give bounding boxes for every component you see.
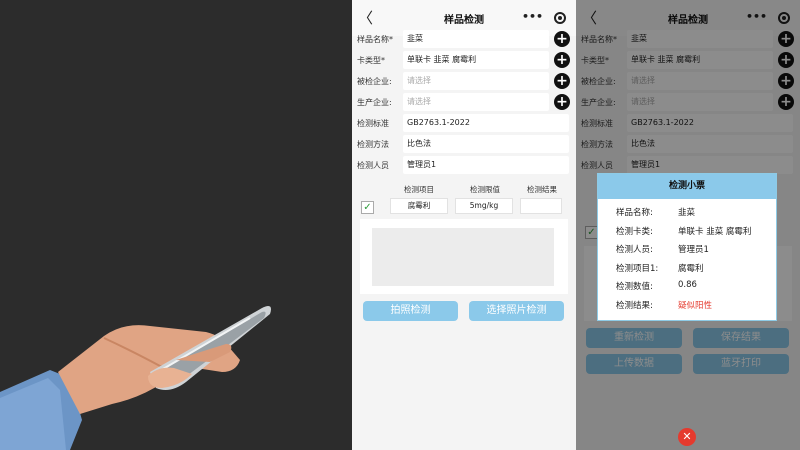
sample-detection-form-screen: 〈 样品检测 ••• 样品名称* 韭菜 + 卡类型* 单联卡 韭菜 腐霉利 + 被检企业: 请… — [352, 0, 576, 450]
target-icon[interactable] — [554, 12, 566, 24]
form-row: 被检企业: 请选择 + — [352, 71, 576, 92]
ticket-value: 单联卡 韭菜 腐霉利 — [678, 226, 752, 237]
ticket-value: 韭菜 — [678, 208, 696, 218]
field-label: 检测标准 — [357, 119, 389, 128]
ticket-row: 检测人员: 管理员1 — [616, 243, 766, 257]
plus-icon[interactable]: + — [554, 31, 570, 47]
ticket-row: 样品名称: 韭菜 — [616, 206, 766, 220]
photo-preview-area — [360, 219, 568, 294]
ticket-key: 检测结果: — [616, 300, 653, 311]
field-value[interactable]: 韭菜 — [403, 30, 549, 48]
photo-preview-placeholder[interactable] — [372, 228, 554, 286]
form-row: 检测人员 管理员1 — [352, 155, 576, 176]
ticket-value: 疑似阳性 — [678, 300, 713, 311]
ticket-value: 管理员1 — [678, 245, 709, 255]
cell-test-limit: 5mg/kg — [455, 198, 513, 214]
ticket-key: 样品名称: — [616, 208, 653, 218]
hand-holding-phone-photo — [0, 0, 352, 450]
cell-test-result — [520, 198, 562, 214]
field-value[interactable]: 单联卡 韭菜 腐霉利 — [403, 51, 549, 69]
choose-photo-detect-button[interactable]: 选择照片检测 — [469, 301, 564, 321]
ticket-row: 检测结果: 疑似阳性 — [616, 299, 766, 313]
ticket-row: 检测项目1: 腐霉利 — [616, 262, 766, 276]
miniprogram-capsule: ••• — [518, 9, 570, 27]
result-table-header: 检测项目 检测限值 检测结果 — [352, 184, 576, 196]
ticket-value: 腐霉利 — [678, 263, 704, 274]
form-row: 卡类型* 单联卡 韭菜 腐霉利 + — [352, 50, 576, 71]
field-value[interactable]: 比色法 — [403, 135, 569, 153]
field-value[interactable]: 管理员1 — [403, 156, 569, 174]
modal-title: 检测小票 — [598, 174, 776, 199]
form-row: 检测标准 GB2763.1-2022 — [352, 113, 576, 134]
field-label: 被检企业: — [357, 77, 392, 86]
check-icon[interactable]: ✓ — [361, 201, 374, 214]
detection-ticket-modal: 检测小票 样品名称: 韭菜检测卡类: 单联卡 韭菜 腐霉利检测人员: 管理员1 检测项目… — [597, 173, 777, 321]
header-test-item: 检测项目 — [404, 185, 434, 194]
ticket-key: 检测数值: — [616, 282, 653, 292]
ticket-key: 检测项目1: — [616, 263, 659, 274]
cell-test-item: 腐霉利 — [390, 198, 448, 214]
field-value[interactable]: GB2763.1-2022 — [403, 114, 569, 132]
ticket-key: 检测卡类: — [616, 226, 653, 237]
plus-icon[interactable]: + — [554, 94, 570, 110]
field-value[interactable]: 请选择 — [403, 72, 549, 90]
detection-ticket-screen: 〈 样品检测 ••• 样品名称* 韭菜 + 卡类型* 单联卡 韭菜 腐霉利 + 被检企业: 请… — [576, 0, 800, 450]
field-label: 样品名称* — [357, 35, 393, 44]
field-label: 卡类型* — [357, 56, 385, 65]
field-label: 检测人员 — [357, 161, 389, 170]
ticket-row: 检测卡类: 单联卡 韭菜 腐霉利 — [616, 225, 766, 239]
header-test-limit: 检测限值 — [470, 185, 500, 194]
photo-detect-button[interactable]: 拍照检测 — [363, 301, 458, 321]
plus-icon[interactable]: + — [554, 52, 570, 68]
form-row: 检测方法 比色法 — [352, 134, 576, 155]
form-row: 生产企业: 请选择 + — [352, 92, 576, 113]
ticket-key: 检测人员: — [616, 245, 653, 255]
field-label: 检测方法 — [357, 140, 389, 149]
hand-phone-illustration — [0, 0, 352, 450]
field-value[interactable]: 请选择 — [403, 93, 549, 111]
more-icon[interactable]: ••• — [522, 9, 543, 27]
close-icon[interactable]: ✕ — [678, 428, 696, 446]
plus-icon[interactable]: + — [554, 73, 570, 89]
ticket-row: 检测数值: 0.86 — [616, 280, 766, 294]
header-test-result: 检测结果 — [527, 185, 557, 194]
ticket-value: 0.86 — [678, 280, 697, 290]
form-row: 样品名称* 韭菜 + — [352, 29, 576, 50]
field-label: 生产企业: — [357, 98, 392, 107]
